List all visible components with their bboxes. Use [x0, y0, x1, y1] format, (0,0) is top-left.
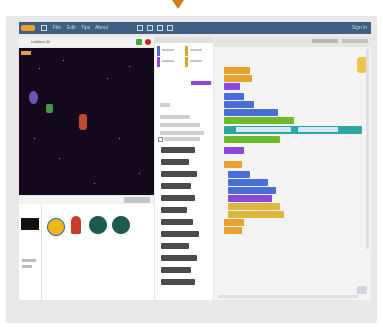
palette-block[interactable]: [161, 279, 195, 285]
sprite-pane: [19, 196, 154, 300]
planet-icon[interactable]: [112, 216, 130, 234]
control-block[interactable]: [228, 203, 280, 210]
script-area[interactable]: [214, 37, 371, 300]
stage-label-bar: [22, 259, 36, 262]
duplicate-icon[interactable]: [137, 25, 143, 31]
zoom-controls[interactable]: [357, 286, 367, 294]
sign-in-link[interactable]: Sign in: [352, 22, 367, 34]
palette-block[interactable]: [161, 171, 197, 177]
control-block[interactable]: [228, 211, 284, 218]
motion-block[interactable]: [228, 171, 250, 178]
menu-bar: File Edit Tips About Sign in: [19, 22, 371, 34]
category-label: [162, 49, 174, 51]
control-block[interactable]: [224, 219, 244, 226]
script-tools[interactable]: [342, 39, 368, 43]
ball-icon[interactable]: [47, 218, 65, 236]
palette-block[interactable]: [161, 219, 193, 225]
category-label: [190, 49, 202, 51]
palette-checkbox[interactable]: [158, 137, 163, 142]
motion-block[interactable]: [224, 101, 254, 108]
stage-column: [19, 205, 42, 300]
palette-button[interactable]: [160, 123, 200, 127]
selected-category[interactable]: [191, 81, 211, 85]
motion-category[interactable]: [157, 46, 160, 56]
control-block[interactable]: [224, 227, 242, 234]
motion-block[interactable]: [224, 109, 278, 116]
block-input[interactable]: [298, 127, 338, 132]
events-block[interactable]: [224, 161, 242, 168]
events-category[interactable]: [185, 46, 188, 56]
project-title[interactable]: Untitled-36: [31, 37, 50, 47]
green-flag-icon[interactable]: [136, 39, 142, 45]
script-block[interactable]: [224, 75, 252, 82]
sprite-indicator: [21, 51, 31, 55]
star: [34, 138, 35, 139]
motion-block[interactable]: [228, 179, 268, 186]
palette-button[interactable]: [164, 137, 200, 141]
star: [39, 68, 40, 69]
menu-file[interactable]: File: [53, 22, 61, 34]
motion-block[interactable]: [228, 187, 276, 194]
star: [119, 138, 120, 139]
rocket-sprite[interactable]: [79, 114, 87, 130]
menu-tips[interactable]: Tips: [81, 22, 90, 34]
palette-block[interactable]: [161, 231, 199, 237]
palette-block[interactable]: [161, 267, 191, 273]
looks-block[interactable]: [228, 195, 272, 202]
star: [59, 158, 60, 159]
grow-icon[interactable]: [157, 25, 163, 31]
menu-edit[interactable]: Edit: [67, 22, 76, 34]
script-area-header: [214, 37, 371, 47]
pointer-arrow-icon: [172, 0, 184, 9]
palette-block[interactable]: [161, 195, 195, 201]
delete-icon[interactable]: [147, 25, 153, 31]
editor-tabs[interactable]: [155, 37, 213, 43]
looks-category[interactable]: [157, 57, 160, 67]
horizontal-scrollbar[interactable]: [218, 295, 358, 298]
palette-block[interactable]: [161, 255, 197, 261]
new-sprite-tools[interactable]: [124, 197, 150, 203]
category-label: [162, 60, 174, 62]
palette-button[interactable]: [160, 131, 204, 135]
globe-icon[interactable]: [41, 25, 47, 31]
palette-block[interactable]: [161, 207, 187, 213]
block-palette: [155, 37, 213, 300]
palette-button[interactable]: [160, 103, 170, 107]
stage-canvas[interactable]: [19, 48, 154, 195]
when-flag-block[interactable]: [224, 67, 250, 74]
motion-block[interactable]: [224, 93, 244, 100]
backdrop-label-bar: [22, 265, 32, 268]
stop-icon[interactable]: [145, 39, 151, 45]
planet-sprite[interactable]: [29, 91, 38, 104]
star: [139, 173, 140, 174]
palette-block[interactable]: [161, 243, 189, 249]
operator-block[interactable]: [224, 136, 280, 143]
palette-block[interactable]: [161, 159, 189, 165]
green-sprite[interactable]: [46, 104, 53, 113]
star: [63, 60, 64, 61]
looks-block[interactable]: [224, 147, 244, 154]
star: [94, 183, 95, 184]
star: [107, 78, 108, 79]
palette-block[interactable]: [161, 147, 195, 153]
palette-button[interactable]: [160, 115, 190, 119]
scratch-logo-icon[interactable]: [21, 25, 35, 31]
operator-block[interactable]: [224, 117, 294, 124]
looks-block[interactable]: [224, 83, 240, 90]
control-category[interactable]: [185, 57, 188, 67]
category-label: [190, 60, 202, 62]
palette-block[interactable]: [161, 183, 191, 189]
block-input[interactable]: [236, 127, 291, 132]
planet-icon[interactable]: [89, 216, 107, 234]
sprite-info-bar: [312, 39, 338, 43]
vertical-scrollbar[interactable]: [366, 49, 369, 249]
stage-thumbnail[interactable]: [21, 218, 39, 230]
rocket-icon[interactable]: [71, 216, 81, 234]
shrink-icon[interactable]: [167, 25, 173, 31]
menu-about[interactable]: About: [95, 22, 108, 34]
star: [129, 66, 130, 67]
stage-header: Untitled-36: [19, 37, 154, 47]
